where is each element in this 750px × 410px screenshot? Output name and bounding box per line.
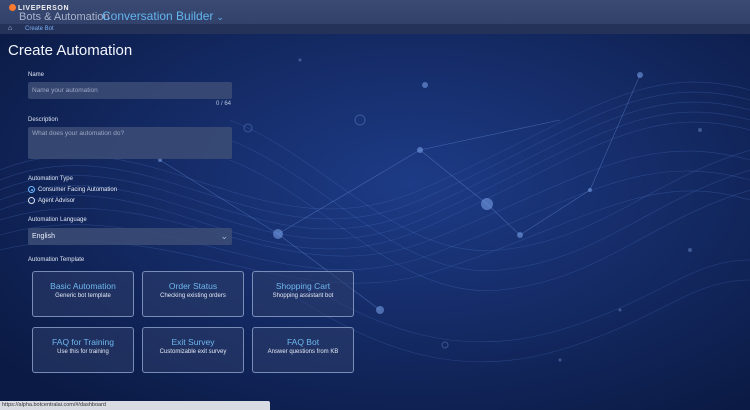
page-title: Create Automation [8, 42, 133, 59]
template-faq-for-training[interactable]: FAQ for Training Use this for training [32, 327, 134, 373]
app-title[interactable]: Bots & Automation [19, 11, 110, 23]
radio-consumer-facing[interactable]: Consumer Facing Automation [28, 186, 117, 193]
automation-template-label: Automation Template [28, 257, 85, 263]
template-exit-survey[interactable]: Exit Survey Customizable exit survey [142, 327, 244, 373]
language-select-value: English [32, 233, 55, 240]
template-title: Shopping Cart [275, 281, 331, 291]
template-subtitle: Generic bot template [55, 293, 111, 299]
template-title: Exit Survey [171, 337, 215, 347]
automation-type-label: Automation Type [28, 176, 73, 182]
template-order-status[interactable]: Order Status Checking existing orders [142, 271, 244, 317]
top-bar: LIVEPERSON Bots & Automation Conversatio… [0, 0, 750, 34]
description-input[interactable] [28, 127, 232, 159]
template-subtitle: Shopping assistant bot [272, 293, 334, 299]
template-shopping-cart[interactable]: Shopping Cart Shopping assistant bot [252, 271, 354, 317]
template-subtitle: Use this for training [57, 349, 109, 355]
radio-unselected-icon[interactable] [28, 197, 35, 204]
template-subtitle: Answer questions from KB [267, 349, 339, 355]
radio-agent-advisor[interactable]: Agent Advisor [28, 197, 75, 204]
breadcrumb-create-bot[interactable]: Create Bot [25, 26, 54, 32]
brand-dot-icon [9, 4, 16, 11]
name-input[interactable] [28, 82, 232, 99]
automation-language-label: Automation Language [28, 217, 87, 223]
template-faq-bot[interactable]: FAQ Bot Answer questions from KB [252, 327, 354, 373]
template-title: FAQ Bot [286, 337, 320, 347]
language-select[interactable]: English ⌄ [28, 228, 232, 245]
section-switcher[interactable]: Conversation Builder ⌄ [102, 9, 224, 23]
template-title: FAQ for Training [52, 337, 114, 347]
description-label: Description [28, 117, 59, 123]
name-char-counter: 0 / 64 [216, 101, 232, 107]
template-basic-automation[interactable]: Basic Automation Generic bot template [32, 271, 134, 317]
chevron-down-icon: ⌄ [216, 12, 224, 22]
template-subtitle: Customizable exit survey [159, 349, 227, 355]
name-label: Name [28, 72, 45, 78]
template-subtitle: Checking existing orders [160, 293, 226, 299]
radio-agent-advisor-label: Agent Advisor [38, 198, 76, 204]
radio-consumer-facing-label: Consumer Facing Automation [38, 187, 118, 193]
template-title: Order Status [168, 281, 218, 291]
home-icon[interactable]: ⌂ [8, 25, 12, 32]
section-switcher-label: Conversation Builder [102, 9, 214, 23]
browser-status-url: https://alpha.botcentralai.com/#/dashboa… [0, 401, 270, 410]
template-title: Basic Automation [50, 281, 116, 291]
chevron-down-icon: ⌄ [220, 231, 228, 241]
breadcrumb: ⌂ Create Bot [0, 24, 750, 34]
radio-selected-icon[interactable] [28, 186, 35, 193]
